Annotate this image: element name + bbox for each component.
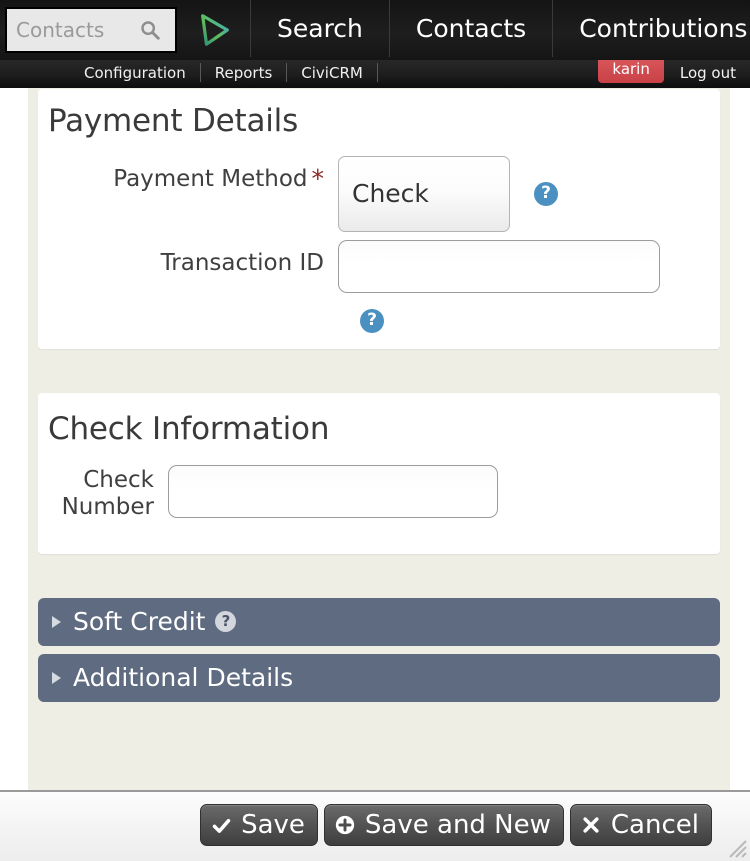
payment-method-label-text: Payment Method [113,165,308,192]
top-navigation-bar: Search Contacts Contributions [0,0,750,60]
search-input[interactable] [7,9,127,51]
save-and-new-button[interactable]: Save and New [323,804,564,846]
civicrm-play-triangle-logo[interactable] [196,12,234,48]
check-number-input[interactable] [168,465,498,519]
cancel-button-label: Cancel [610,810,699,840]
admin-item-spacer [378,63,406,82]
crm-form-container: Payment Details Payment Method* Check ? [28,85,730,790]
admin-user-area: karin Log out [598,56,742,88]
secondary-admin-bar: Configuration Reports CiviCRM karin Log … [0,56,750,88]
username-label: karin [612,60,650,78]
logout-label: Log out [679,63,736,82]
payment-method-field: Check ? [338,155,720,232]
main-nav: Search Contacts Contributions [250,0,750,57]
transaction-id-input[interactable] [338,239,660,293]
form-buttons: Save Save and New Cancel [200,804,712,846]
check-icon [209,815,233,836]
close-x-icon [579,815,603,835]
save-button[interactable]: Save [200,804,318,846]
admin-item-civicrm[interactable]: CiviCRM [287,63,378,82]
transaction-id-row: Transaction ID ? [38,239,720,333]
soft-credit-help-icon[interactable]: ? [215,611,237,633]
save-button-label: Save [241,810,305,840]
nav-item-contacts[interactable]: Contacts [388,0,552,57]
user-menu-chip[interactable]: karin [598,56,664,83]
app-window: Search Contacts Contributions Configurat… [0,0,750,861]
logout-link[interactable]: Log out [664,64,742,82]
check-number-field [168,463,720,519]
nav-label: Search [277,14,363,43]
cancel-button[interactable]: Cancel [569,804,712,846]
accordion-group: Soft Credit ? Additional Details [28,597,730,702]
transaction-id-field: ? [338,239,660,333]
check-information-panel: Check Information Check Number [38,392,720,554]
window-resize-grip[interactable] [722,833,748,859]
payment-method-value: Check [352,179,429,209]
nav-item-contributions[interactable]: Contributions [552,0,750,57]
payment-details-title: Payment Details [48,103,299,139]
transaction-id-label-text: Transaction ID [160,249,324,276]
admin-item-label: CiviCRM [301,63,363,82]
check-number-label-line2: Number [61,493,154,520]
nav-item-search[interactable]: Search [250,0,389,57]
check-number-label: Check Number [38,463,168,520]
nav-label: Contacts [415,14,527,43]
check-information-title: Check Information [48,410,330,447]
admin-item-reports[interactable]: Reports [201,63,288,82]
transaction-id-label: Transaction ID [38,240,338,276]
admin-item-label: Reports [214,63,273,82]
plus-circle-icon [333,814,357,836]
payment-details-panel: Payment Details Payment Method* Check ? [38,89,720,349]
chevron-right-icon [52,671,61,684]
payment-method-help-icon[interactable]: ? [534,181,558,206]
accordion-label: Soft Credit [73,607,206,637]
payment-method-label: Payment Method * [38,156,338,192]
check-number-label-line1: Check [83,467,154,494]
page-body: Payment Details Payment Method* Check ? [0,85,750,790]
transaction-id-help-icon[interactable]: ? [360,308,384,333]
help-glyph: ? [541,183,551,204]
accordion-label: Additional Details [73,663,294,693]
admin-item-label: Configuration [84,63,186,82]
save-and-new-button-label: Save and New [364,810,551,840]
payment-method-row: Payment Method * Check ? [38,155,720,232]
help-glyph: ? [221,612,231,631]
form-action-bar: Save Save and New Cancel [0,790,750,861]
chevron-right-icon [52,615,61,628]
required-marker: * [311,163,325,193]
check-number-row: Check Number [38,463,720,520]
help-glyph: ? [367,310,377,331]
accordion-soft-credit[interactable]: Soft Credit ? [38,597,720,646]
quick-search-box[interactable] [5,7,177,53]
nav-label: Contributions [579,14,748,43]
payment-method-select[interactable]: Check [338,155,510,232]
admin-menu: Configuration Reports CiviCRM [70,57,406,88]
search-icon[interactable] [139,19,161,41]
admin-item-configuration[interactable]: Configuration [70,63,201,82]
accordion-additional-details[interactable]: Additional Details [38,653,720,702]
